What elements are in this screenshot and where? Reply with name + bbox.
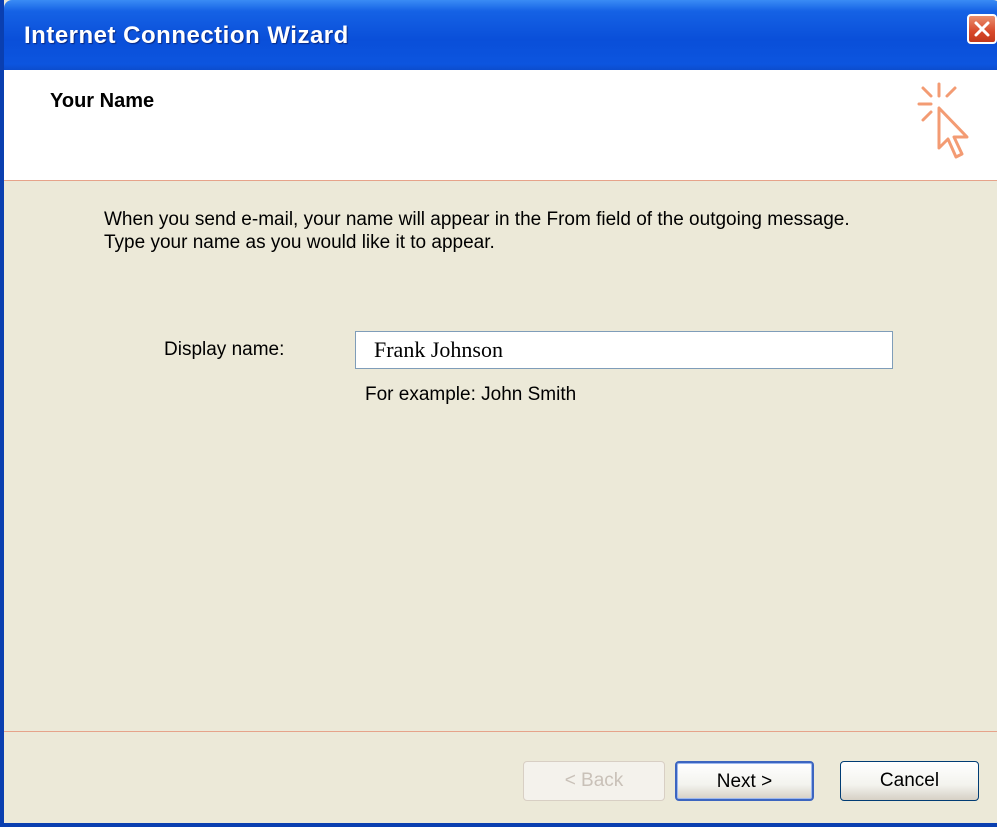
intro-text: When you send e-mail, your name will app…	[104, 208, 964, 254]
display-name-label: Display name:	[164, 339, 285, 360]
close-icon	[974, 21, 990, 37]
back-button[interactable]: < Back	[523, 761, 665, 801]
page-title: Your Name	[50, 90, 155, 112]
cancel-button[interactable]: Cancel	[840, 761, 979, 801]
title-bar[interactable]: Internet Connection Wizard	[4, 0, 997, 80]
example-hint: For example: John Smith	[365, 384, 577, 405]
intro-line-2: Type your name as you would like it to a…	[104, 232, 495, 253]
intro-line-1: When you send e-mail, your name will app…	[104, 209, 850, 230]
wizard-cursor-icon	[917, 82, 969, 159]
display-name-input[interactable]	[355, 331, 893, 369]
close-button[interactable]	[967, 14, 997, 44]
footer-separator	[4, 731, 997, 732]
wizard-window: Internet Connection Wizard Your Name Whe…	[0, 0, 997, 827]
header-panel: Your Name	[4, 70, 997, 181]
next-button[interactable]: Next >	[675, 761, 814, 801]
window-title: Internet Connection Wizard	[24, 22, 349, 49]
